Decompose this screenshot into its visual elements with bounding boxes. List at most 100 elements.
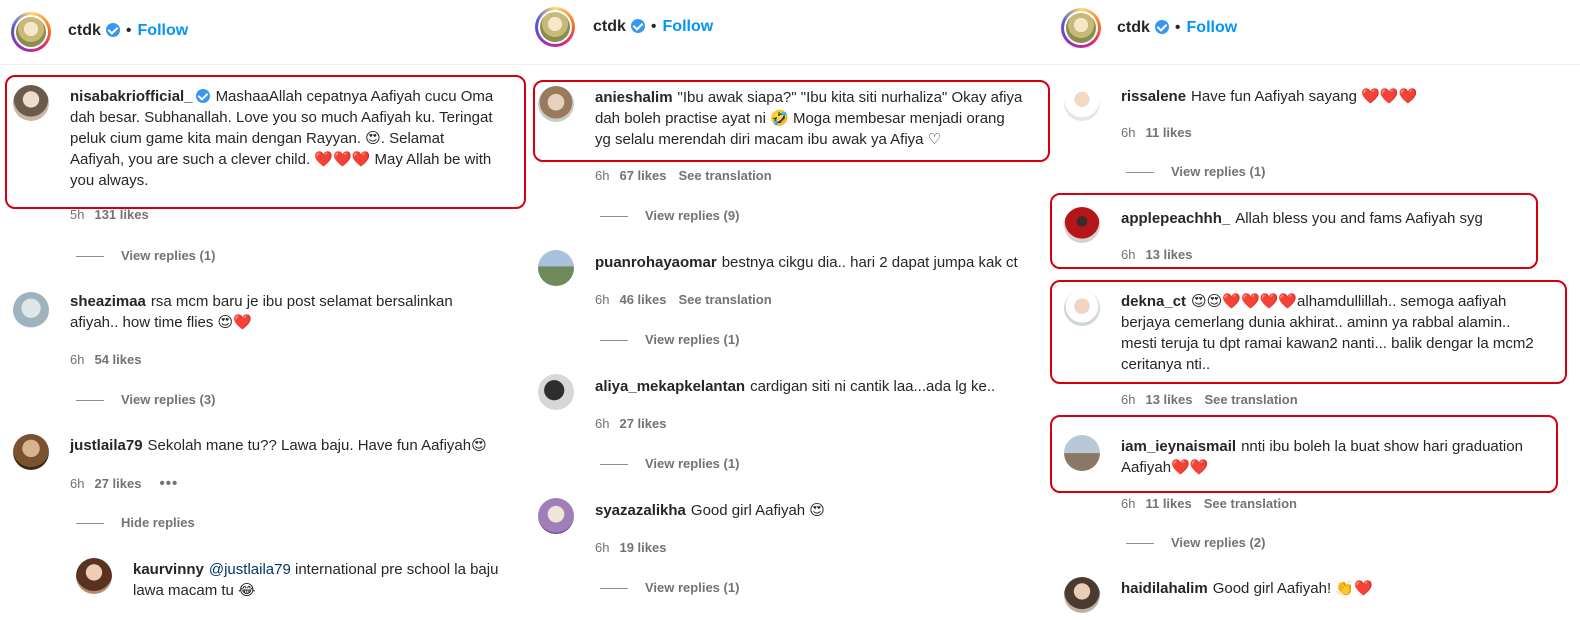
comment-time[interactable]: 6h: [595, 168, 609, 183]
header-username[interactable]: ctdk: [1117, 19, 1150, 36]
verified-badge-icon: [1154, 20, 1169, 34]
avatar[interactable]: [76, 558, 112, 594]
comment-username[interactable]: aliya_mekapkelantan: [595, 378, 745, 395]
like-count[interactable]: 13 likes: [1145, 247, 1192, 262]
comment-text: haidilahalim Good girl Aafiyah! 👏❤️: [1121, 580, 1373, 597]
comment-username[interactable]: syazazalikha: [595, 502, 686, 519]
comment-time[interactable]: 6h: [1121, 496, 1135, 511]
comment-meta: 6h 11 likes: [1121, 125, 1192, 140]
comment-text: nisabakriofficial_ MashaaAllah cepatnya A…: [70, 88, 494, 189]
post-header: ctdk • Follow: [0, 0, 528, 65]
post-header: ctdk • Follow: [1050, 0, 1580, 65]
comment-username[interactable]: kaurvinny: [133, 561, 204, 578]
follow-button[interactable]: Follow: [1187, 19, 1238, 36]
comment-meta: 6h 54 likes: [70, 352, 141, 367]
comment-text: dekna_ct 😍😍❤️❤️❤️❤️alhamdullillah.. semog…: [1121, 293, 1534, 373]
avatar[interactable]: [538, 498, 574, 534]
like-count[interactable]: 11 likes: [1145, 125, 1191, 140]
view-replies-button[interactable]: View replies (1): [76, 248, 215, 263]
comment-time[interactable]: 6h: [595, 416, 609, 431]
post-header: ctdk • Follow: [528, 0, 1050, 65]
view-replies-button[interactable]: View replies (2): [1126, 535, 1265, 550]
view-replies-button[interactable]: View replies (1): [600, 580, 739, 595]
comment-meta: 6h 27 likes •••: [70, 475, 178, 492]
comment-time[interactable]: 6h: [1121, 247, 1135, 262]
avatar[interactable]: [1064, 577, 1100, 613]
comment-username[interactable]: rissalene: [1121, 88, 1186, 105]
header-username[interactable]: ctdk: [68, 22, 101, 39]
comment-username[interactable]: haidilahalim: [1121, 580, 1208, 597]
avatar[interactable]: [1064, 435, 1100, 471]
comment-meta: 6h 19 likes: [595, 540, 666, 555]
see-translation-link[interactable]: See translation: [678, 292, 771, 307]
view-replies-button[interactable]: View replies (3): [76, 392, 215, 407]
like-count[interactable]: 46 likes: [619, 292, 666, 307]
view-replies-button[interactable]: View replies (1): [1126, 164, 1265, 179]
profile-avatar[interactable]: [535, 7, 575, 47]
comments-panel-2: ctdk • Follow anieshalim "Ibu awak siapa?" …: [528, 0, 1050, 620]
comment-meta: 6h 27 likes: [595, 416, 666, 431]
view-replies-button[interactable]: View replies (1): [600, 332, 739, 347]
comment-text: aliya_mekapkelantan cardigan siti ni cant…: [595, 378, 996, 395]
avatar[interactable]: [538, 374, 574, 410]
avatar[interactable]: [13, 434, 49, 470]
comment-text: justlaila79 Sekolah mane tu?? Lawa baju. …: [70, 437, 487, 454]
comment-text: applepeachhh_ Allah bless you and fams Aa…: [1121, 210, 1483, 227]
comment-text: sheazimaa rsa mcm baru je ibu post selama…: [70, 293, 453, 331]
comment-username[interactable]: applepeachhh_: [1121, 210, 1230, 227]
follow-button[interactable]: Follow: [138, 22, 189, 39]
comment-username[interactable]: dekna_ct: [1121, 293, 1186, 310]
like-count[interactable]: 11 likes: [1145, 496, 1191, 511]
like-count[interactable]: 27 likes: [94, 476, 141, 491]
follow-button[interactable]: Follow: [663, 18, 714, 35]
separator-dot: •: [1174, 19, 1181, 36]
like-count[interactable]: 13 likes: [1145, 392, 1192, 407]
avatar[interactable]: [1064, 290, 1100, 326]
comment-time[interactable]: 6h: [1121, 392, 1135, 407]
comment-username[interactable]: sheazimaa: [70, 293, 146, 310]
comment-text: rissalene Have fun Aafiyah sayang ❤️❤️❤️: [1121, 88, 1418, 105]
like-count[interactable]: 19 likes: [619, 540, 666, 555]
view-replies-button[interactable]: View replies (9): [600, 208, 739, 223]
comment-time[interactable]: 6h: [70, 476, 84, 491]
comment-meta: 6h 46 likes See translation: [595, 292, 772, 307]
comment-time[interactable]: 6h: [70, 352, 84, 367]
comment-text: puanrohayaomar bestnya cikgu dia.. hari 2…: [595, 254, 1018, 271]
comment-time[interactable]: 6h: [1121, 125, 1135, 140]
hide-replies-button[interactable]: Hide replies: [76, 515, 195, 530]
profile-avatar[interactable]: [11, 12, 51, 52]
comment-time[interactable]: 6h: [595, 540, 609, 555]
comment-time[interactable]: 6h: [595, 292, 609, 307]
comment-username[interactable]: anieshalim: [595, 89, 673, 106]
comment-username[interactable]: iam_ieynaismail: [1121, 438, 1236, 455]
avatar[interactable]: [1064, 85, 1100, 121]
like-count[interactable]: 27 likes: [619, 416, 666, 431]
verified-badge-icon: [105, 23, 120, 37]
comments-panel-3: ctdk • Follow rissalene Have fun Aafiyah sa…: [1050, 0, 1580, 620]
avatar[interactable]: [13, 292, 49, 328]
comment-username[interactable]: justlaila79: [70, 437, 143, 454]
comment-username[interactable]: puanrohayaomar: [595, 254, 717, 271]
mention-link[interactable]: @justlaila79: [209, 561, 291, 578]
verified-badge-icon: [195, 89, 210, 103]
like-count[interactable]: 67 likes: [619, 168, 666, 183]
avatar[interactable]: [13, 85, 49, 121]
comment-text: anieshalim "Ibu awak siapa?" "Ibu kita si…: [595, 89, 1023, 148]
comment-meta: 6h 67 likes See translation: [595, 168, 772, 183]
more-options-icon[interactable]: •••: [159, 475, 178, 492]
like-count[interactable]: 54 likes: [94, 352, 141, 367]
see-translation-link[interactable]: See translation: [678, 168, 771, 183]
header-username[interactable]: ctdk: [593, 18, 626, 35]
avatar[interactable]: [538, 250, 574, 286]
view-replies-button[interactable]: View replies (1): [600, 456, 739, 471]
comment-time[interactable]: 5h: [70, 207, 84, 222]
like-count[interactable]: 131 likes: [94, 207, 148, 222]
avatar[interactable]: [538, 86, 574, 122]
see-translation-link[interactable]: See translation: [1204, 392, 1297, 407]
avatar[interactable]: [1064, 207, 1100, 243]
separator-dot: •: [650, 18, 657, 35]
comment-username[interactable]: nisabakriofficial_: [70, 88, 193, 105]
see-translation-link[interactable]: See translation: [1204, 496, 1297, 511]
comment-meta: 6h 13 likes See translation: [1121, 392, 1298, 407]
profile-avatar[interactable]: [1061, 8, 1101, 48]
